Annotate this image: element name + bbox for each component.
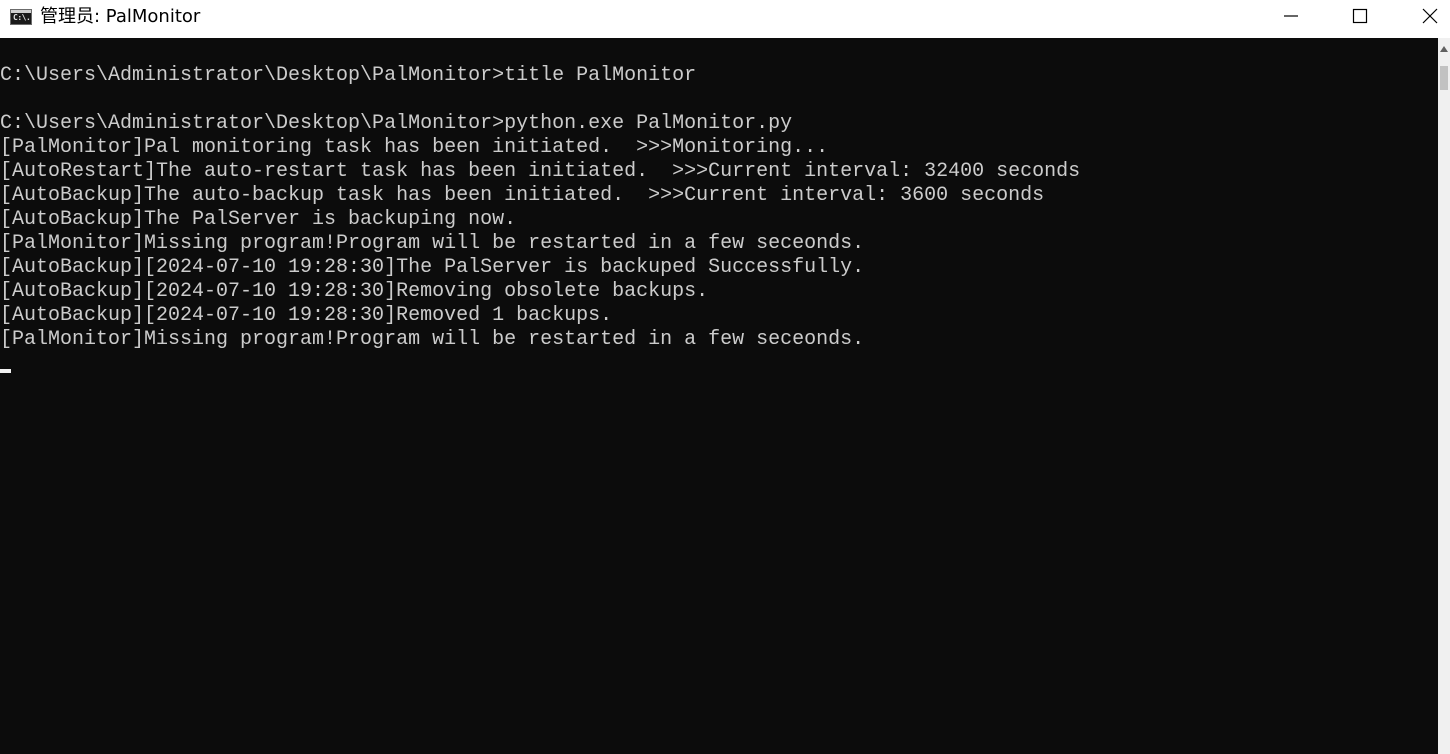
title-bar[interactable]: C:\. 管理员: PalMonitor xyxy=(0,0,1450,38)
console-line: [PalMonitor]Missing program!Program will… xyxy=(0,232,865,255)
console-line: [AutoRestart]The auto-restart task has b… xyxy=(0,160,1081,183)
console-line: [AutoBackup][2024-07-10 19:28:30]Removin… xyxy=(0,280,709,303)
console-line: C:\Users\Administrator\Desktop\PalMonito… xyxy=(0,64,697,87)
console-output[interactable]: C:\Users\Administrator\Desktop\PalMonito… xyxy=(0,38,1438,754)
cmd-icon-label: C:\. xyxy=(13,13,31,22)
console-line: [PalMonitor]Missing program!Program will… xyxy=(0,328,865,351)
maximize-button[interactable] xyxy=(1337,0,1383,32)
close-button[interactable] xyxy=(1407,0,1450,32)
console-line: [AutoBackup]The auto-backup task has bee… xyxy=(0,184,1045,207)
scroll-up-arrow-icon xyxy=(1440,46,1448,52)
console-line: [AutoBackup][2024-07-10 19:28:30]Removed… xyxy=(0,304,613,327)
console-line: C:\Users\Administrator\Desktop\PalMonito… xyxy=(0,112,793,135)
close-icon xyxy=(1422,8,1438,24)
minimize-icon xyxy=(1284,15,1298,17)
console-line: [AutoBackup]The PalServer is backuping n… xyxy=(0,208,517,231)
cmd-app-icon[interactable]: C:\. xyxy=(10,9,32,25)
scroll-thumb[interactable] xyxy=(1440,66,1448,90)
text-cursor xyxy=(0,369,11,373)
console-line: [PalMonitor]Pal monitoring task has been… xyxy=(0,136,829,159)
scroll-up-button[interactable] xyxy=(1438,42,1450,56)
console-line: [AutoBackup][2024-07-10 19:28:30]The Pal… xyxy=(0,256,865,279)
window-title: 管理员: PalMonitor xyxy=(40,6,201,27)
minimize-button[interactable] xyxy=(1268,0,1314,32)
maximize-icon xyxy=(1352,8,1368,24)
vertical-scrollbar[interactable] xyxy=(1438,38,1450,754)
console-window: C:\. 管理员: PalMonitor C:\Users\Administra… xyxy=(0,0,1450,754)
